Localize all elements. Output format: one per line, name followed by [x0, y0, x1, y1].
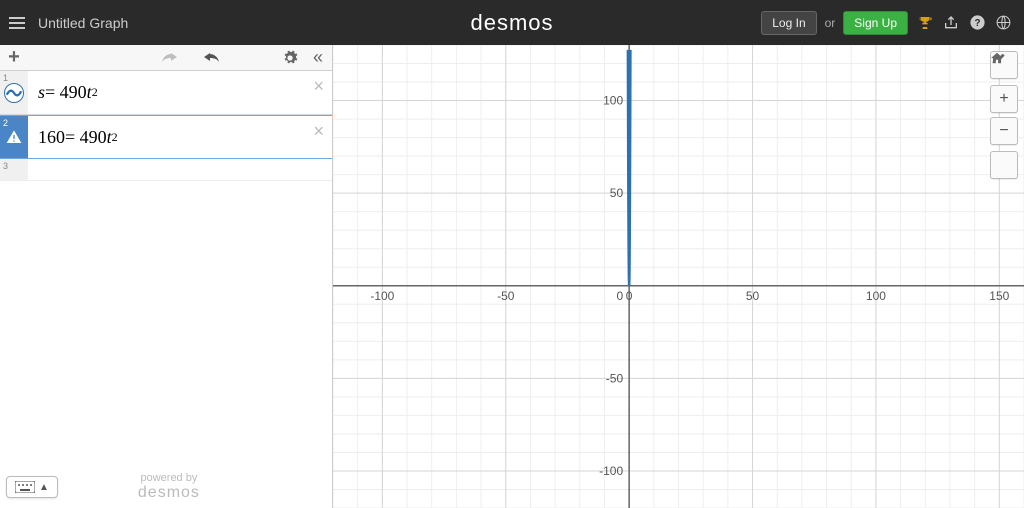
add-expression-button[interactable]: + [0, 45, 28, 71]
expression-input[interactable]: s = 490t2 [28, 71, 332, 114]
row-index: 1 [3, 73, 8, 83]
signup-button[interactable]: Sign Up [843, 11, 908, 35]
redo-button[interactable] [155, 45, 183, 71]
svg-text:?: ? [974, 18, 980, 29]
svg-text:0: 0 [626, 289, 633, 303]
brand-logo: desmos [470, 10, 553, 36]
delete-expression-button[interactable]: × [313, 77, 324, 95]
expression-row-1[interactable]: 1 s = 490t2 × [0, 71, 332, 115]
svg-text:-50: -50 [497, 289, 515, 303]
svg-text:0: 0 [616, 289, 623, 303]
home-button[interactable] [990, 151, 1018, 179]
graph-title[interactable]: Untitled Graph [38, 15, 128, 31]
svg-text:100: 100 [866, 289, 886, 303]
zoom-in-button[interactable]: + [990, 85, 1018, 113]
svg-text:50: 50 [746, 289, 760, 303]
expression-input[interactable]: 160 = 490t2 [28, 116, 332, 158]
trophy-icon[interactable] [916, 14, 934, 32]
keyboard-icon [15, 481, 35, 493]
language-icon[interactable] [994, 14, 1012, 32]
expression-panel: + « 1 s = 490t2 [0, 45, 333, 508]
svg-text:50: 50 [610, 186, 624, 200]
svg-text:150: 150 [989, 289, 1009, 303]
expression-row-2[interactable]: 2 160 = 490t2 × [0, 115, 332, 159]
svg-text:-100: -100 [599, 464, 623, 478]
login-button[interactable]: Log In [761, 11, 816, 35]
row-index: 2 [3, 118, 8, 128]
row-index: 3 [3, 161, 8, 171]
keypad-toggle[interactable]: ▲ [6, 476, 58, 498]
share-icon[interactable] [942, 14, 960, 32]
or-label: or [825, 16, 836, 30]
svg-text:100: 100 [603, 94, 623, 108]
plot-color-icon[interactable] [4, 83, 24, 103]
collapse-panel-button[interactable]: « [304, 45, 332, 71]
powered-by-label: powered by desmos [138, 472, 200, 502]
svg-text:-50: -50 [606, 371, 624, 385]
graph-area[interactable]: -100 -50 0 50 100 150 -100 -50 50 100 0 + − [333, 45, 1024, 508]
chevron-up-icon: ▲ [39, 482, 49, 493]
undo-button[interactable] [198, 45, 226, 71]
zoom-out-button[interactable]: − [990, 117, 1018, 145]
expression-row-3[interactable]: 3 [0, 159, 332, 181]
svg-text:-100: -100 [370, 289, 394, 303]
help-icon[interactable]: ? [968, 14, 986, 32]
warning-icon[interactable] [6, 129, 22, 145]
settings-button[interactable] [276, 45, 304, 71]
delete-expression-button[interactable]: × [313, 122, 324, 140]
menu-button[interactable] [0, 0, 34, 45]
